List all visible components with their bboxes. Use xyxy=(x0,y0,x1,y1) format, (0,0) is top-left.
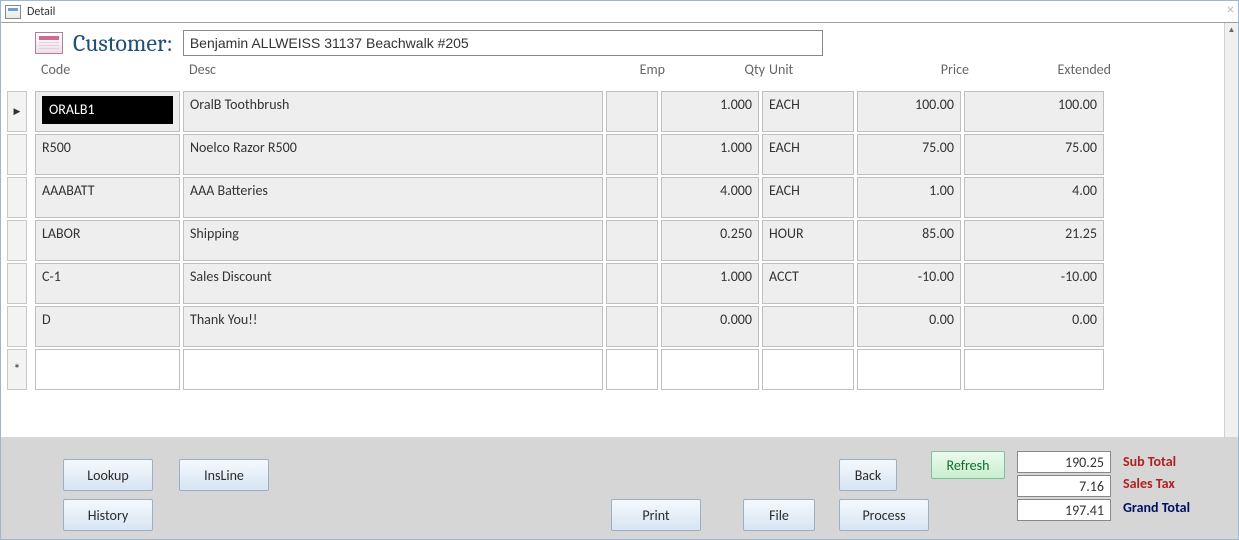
back-button[interactable]: Back xyxy=(839,459,897,491)
col-qty: Qty xyxy=(675,61,765,78)
cell-qty[interactable]: 4.000 xyxy=(661,177,759,218)
cell-extended[interactable] xyxy=(964,349,1104,390)
subtotal-label: Sub Total xyxy=(1123,453,1176,470)
table-row[interactable]: DThank You!! 0.000 0.000.00 xyxy=(7,306,1226,349)
cell-extended[interactable]: 75.00 xyxy=(964,134,1104,175)
table-row[interactable]: AAABATTAAA Batteries 4.000EACH1.004.00 xyxy=(7,177,1226,220)
customer-label: Customer: xyxy=(73,29,173,57)
salestax-value: 7.16 xyxy=(1017,475,1111,497)
refresh-button[interactable]: Refresh xyxy=(931,451,1005,479)
row-selector[interactable] xyxy=(7,91,27,132)
cell-extended[interactable]: -10.00 xyxy=(964,263,1104,304)
row-selector[interactable] xyxy=(7,306,27,347)
cell-unit[interactable]: ACCT xyxy=(762,263,854,304)
cell-extended[interactable]: 0.00 xyxy=(964,306,1104,347)
cell-emp[interactable] xyxy=(606,306,658,347)
col-price: Price xyxy=(865,61,969,78)
cell-qty[interactable]: 0.000 xyxy=(661,306,759,347)
cell-code[interactable] xyxy=(35,349,180,390)
col-unit: Unit xyxy=(769,61,793,78)
window-titlebar: Detail × xyxy=(1,1,1238,23)
table-row[interactable]: LABORShipping 0.250HOUR85.0021.25 xyxy=(7,220,1226,263)
cell-emp[interactable] xyxy=(606,177,658,218)
row-selector[interactable] xyxy=(7,349,27,390)
cell-unit[interactable] xyxy=(762,306,854,347)
cell-emp[interactable] xyxy=(606,349,658,390)
grandtotal-value: 197.41 xyxy=(1017,499,1111,521)
table-row[interactable]: ORALB1OralB Toothbrush1.000EACH100.00100… xyxy=(7,91,1226,134)
row-selector[interactable] xyxy=(7,177,27,218)
cell-unit[interactable]: HOUR xyxy=(762,220,854,261)
process-button[interactable]: Process xyxy=(839,499,929,531)
cell-desc[interactable]: Thank You!! xyxy=(183,306,603,347)
cell-desc[interactable]: OralB Toothbrush xyxy=(183,91,603,132)
form-icon xyxy=(35,32,63,54)
cell-price[interactable]: 100.00 xyxy=(857,91,961,132)
cell-emp[interactable] xyxy=(606,134,658,175)
cell-extended[interactable]: 100.00 xyxy=(964,91,1104,132)
selected-text: ORALB1 xyxy=(42,96,173,124)
cell-price[interactable] xyxy=(857,349,961,390)
cell-unit[interactable]: EACH xyxy=(762,134,854,175)
cell-price[interactable]: 85.00 xyxy=(857,220,961,261)
row-selector[interactable] xyxy=(7,220,27,261)
cell-price[interactable]: 0.00 xyxy=(857,306,961,347)
cell-qty[interactable]: 1.000 xyxy=(661,134,759,175)
vertical-scrollbar[interactable]: ▲ xyxy=(1224,23,1238,437)
scroll-up-icon[interactable]: ▲ xyxy=(1225,23,1238,37)
cell-emp[interactable] xyxy=(606,263,658,304)
cell-code[interactable]: R500 xyxy=(35,134,180,175)
cell-emp[interactable] xyxy=(606,91,658,132)
salestax-label: Sales Tax xyxy=(1123,475,1175,492)
cell-extended[interactable]: 21.25 xyxy=(964,220,1104,261)
cell-code[interactable]: D xyxy=(35,306,180,347)
col-extended: Extended xyxy=(1003,61,1111,78)
cell-qty[interactable]: 1.000 xyxy=(661,91,759,132)
row-selector[interactable] xyxy=(7,263,27,304)
col-code: Code xyxy=(41,61,70,78)
cell-unit[interactable]: EACH xyxy=(762,177,854,218)
cell-desc[interactable]: Noelco Razor R500 xyxy=(183,134,603,175)
cell-price[interactable]: 75.00 xyxy=(857,134,961,175)
cell-code[interactable]: LABOR xyxy=(35,220,180,261)
form-footer: Lookup InsLine History Print File Back R… xyxy=(1,437,1238,539)
cell-price[interactable]: -10.00 xyxy=(857,263,961,304)
cell-desc[interactable]: Shipping xyxy=(183,220,603,261)
print-button[interactable]: Print xyxy=(611,499,701,531)
cell-code[interactable]: ORALB1 xyxy=(35,91,180,132)
cell-extended[interactable]: 4.00 xyxy=(964,177,1104,218)
file-button[interactable]: File xyxy=(743,499,815,531)
cell-emp[interactable] xyxy=(606,220,658,261)
cell-desc[interactable]: Sales Discount xyxy=(183,263,603,304)
grandtotal-label: Grand Total xyxy=(1123,499,1190,516)
row-selector[interactable] xyxy=(7,134,27,175)
table-row[interactable]: R500Noelco Razor R5001.000EACH75.0075.00 xyxy=(7,134,1226,177)
table-row[interactable]: C-1Sales Discount1.000ACCT-10.00-10.00 xyxy=(7,263,1226,306)
cell-code[interactable]: C-1 xyxy=(35,263,180,304)
history-button[interactable]: History xyxy=(63,499,153,531)
close-icon[interactable]: × xyxy=(1227,3,1234,17)
col-desc: Desc xyxy=(189,61,216,78)
cell-qty[interactable]: 0.250 xyxy=(661,220,759,261)
cell-desc[interactable]: AAA Batteries xyxy=(183,177,603,218)
col-emp: Emp xyxy=(615,61,665,78)
customer-input[interactable] xyxy=(183,30,823,56)
cell-desc[interactable] xyxy=(183,349,603,390)
cell-price[interactable]: 1.00 xyxy=(857,177,961,218)
window-icon xyxy=(5,5,21,19)
cell-code[interactable]: AAABATT xyxy=(35,177,180,218)
grid-column-headers: Code Desc Emp Qty Unit Price Extended xyxy=(35,61,1226,85)
table-row[interactable] xyxy=(7,349,1226,392)
lookup-button[interactable]: Lookup xyxy=(63,459,153,491)
cell-qty[interactable] xyxy=(661,349,759,390)
cell-qty[interactable]: 1.000 xyxy=(661,263,759,304)
subtotal-value: 190.25 xyxy=(1017,451,1111,473)
cell-unit[interactable]: EACH xyxy=(762,91,854,132)
cell-unit[interactable] xyxy=(762,349,854,390)
insline-button[interactable]: InsLine xyxy=(179,459,269,491)
window-title: Detail xyxy=(27,5,55,19)
